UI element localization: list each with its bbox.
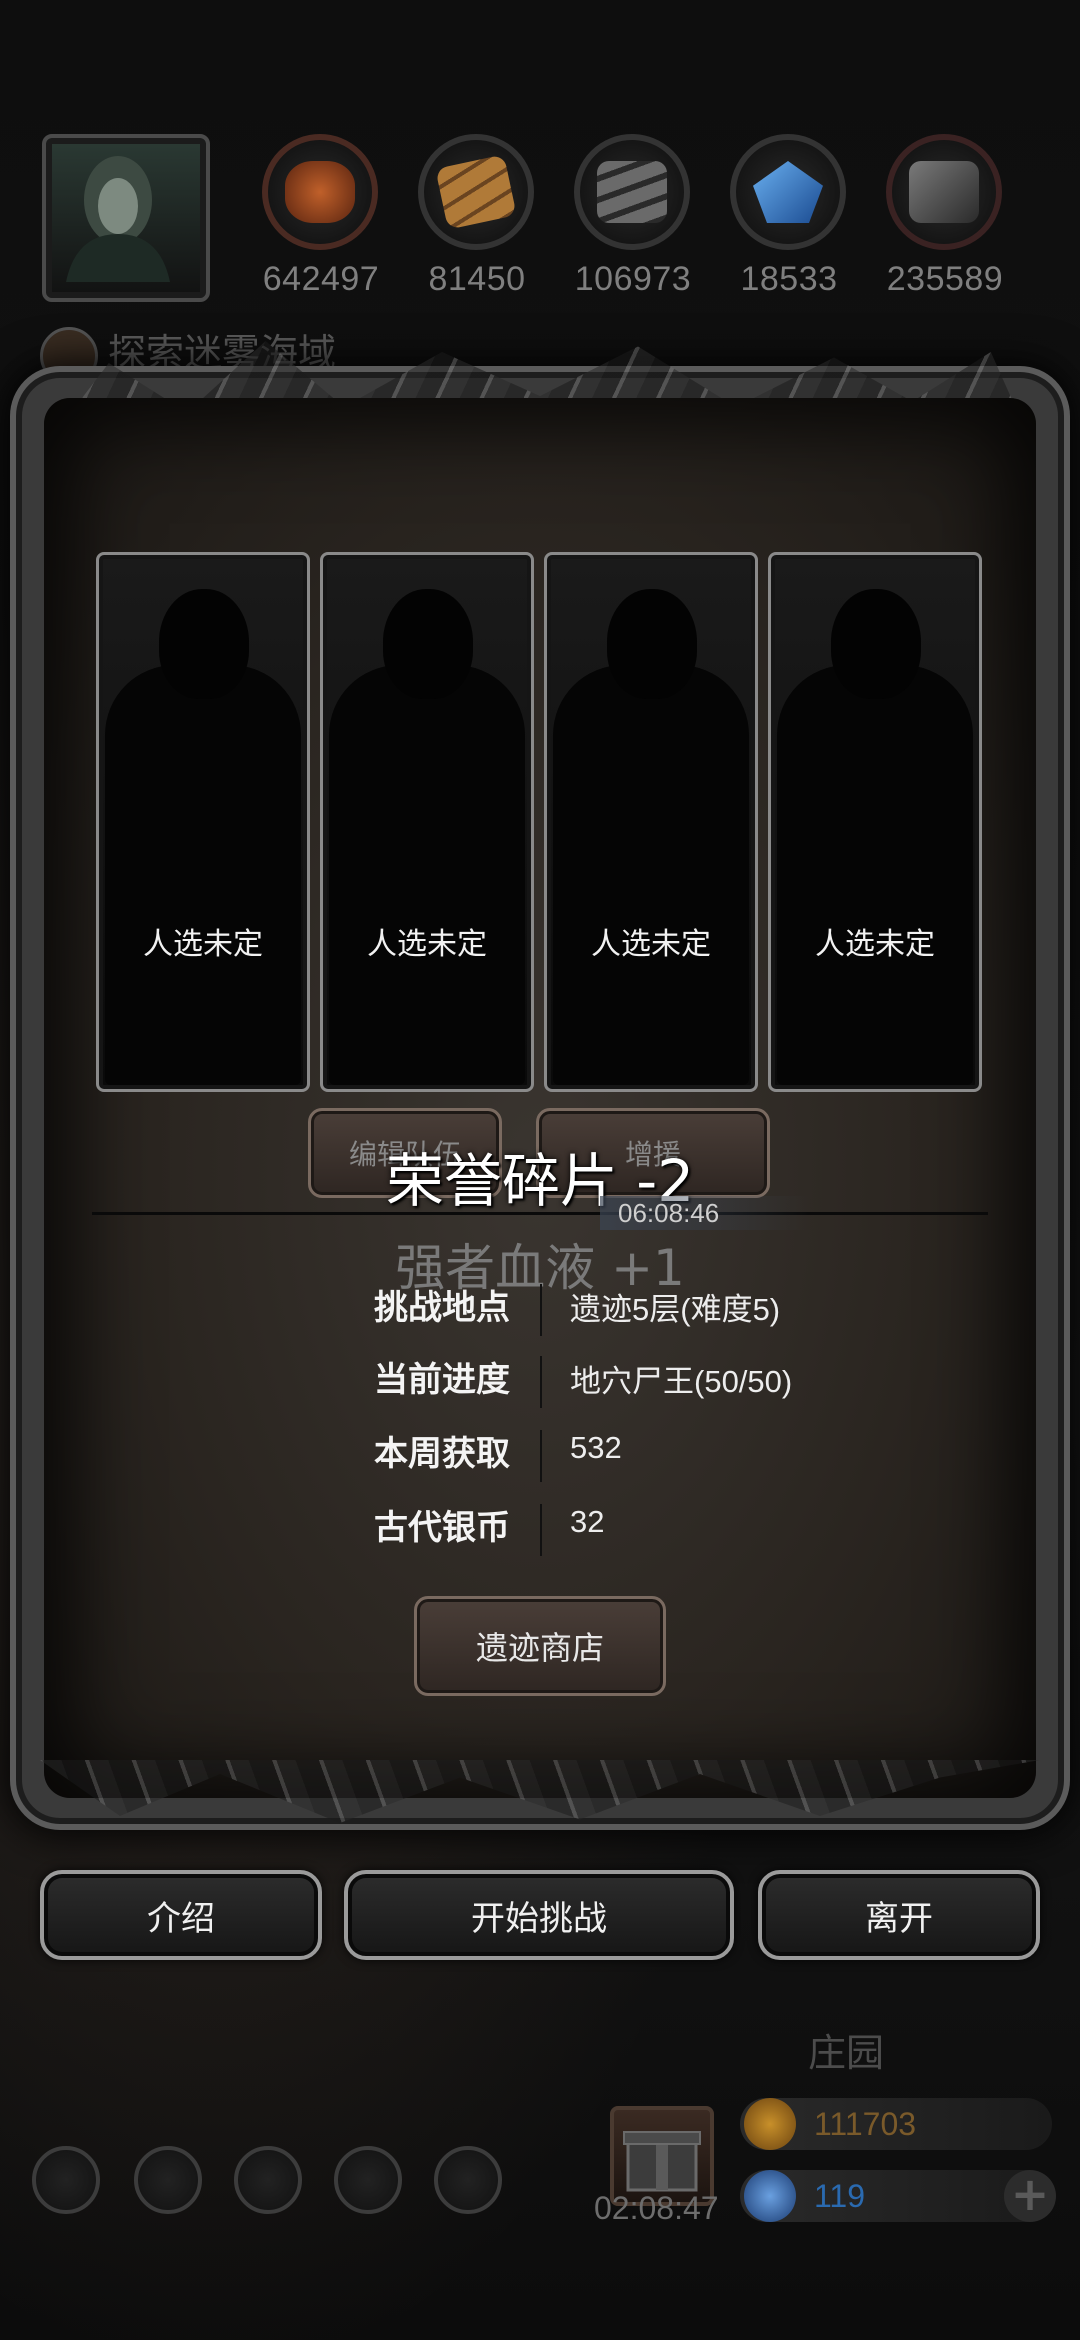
- intro-button[interactable]: 介绍: [40, 1870, 322, 1960]
- gold-amount: 111703: [814, 2106, 917, 2142]
- info-row-location: 挑战地点 遗迹5层(难度5): [240, 1280, 840, 1340]
- player-avatar[interactable]: [42, 134, 210, 302]
- crystal-icon: [753, 161, 823, 223]
- toast-timer: 06:08:46: [600, 1196, 810, 1230]
- gold-coin-icon: [744, 2098, 796, 2150]
- book-icon[interactable]: [234, 2146, 302, 2214]
- resource-wood-value: 81450: [428, 260, 526, 298]
- info-key: 挑战地点: [374, 1288, 510, 1328]
- info-value: 地穴尸王(50/50): [570, 1364, 793, 1399]
- info-row-progress: 当前进度 地穴尸王(50/50): [240, 1352, 840, 1412]
- gift-timer: 02:08:47: [594, 2190, 719, 2226]
- avatar-portrait-icon: [66, 156, 170, 282]
- hero-slot-1[interactable]: 人选未定: [96, 552, 310, 1092]
- guild-icon[interactable]: [134, 2146, 202, 2214]
- info-row-weekly: 本周获取 532: [240, 1426, 840, 1486]
- wood-planks-icon: [435, 154, 517, 230]
- silhouette-icon: [105, 665, 301, 1085]
- explore-label: 探索迷雾海域: [108, 331, 337, 375]
- estate-label[interactable]: 庄园: [808, 2022, 884, 2077]
- iron-ingot-icon: [597, 161, 667, 223]
- resource-crystal[interactable]: 18533: [730, 134, 848, 299]
- explore-icon: [40, 326, 98, 385]
- blue-gem-icon: [744, 2170, 796, 2222]
- info-key: 本周获取: [374, 1434, 510, 1474]
- stone-block-icon: [909, 161, 979, 223]
- silhouette-icon: [777, 665, 973, 1085]
- gem-amount: 119: [814, 2178, 866, 2214]
- map-icon[interactable]: [434, 2146, 502, 2214]
- gold-counter: 111703: [740, 2098, 1052, 2150]
- resource-stone[interactable]: 235589: [886, 134, 1004, 299]
- info-row-silver: 古代银币 32: [240, 1500, 840, 1560]
- info-value: 遗迹5层(难度5): [570, 1292, 781, 1327]
- info-value: 32: [570, 1504, 605, 1539]
- resource-iron-value: 106973: [574, 260, 692, 298]
- info-key: 古代银币: [374, 1508, 510, 1548]
- resource-wood[interactable]: 81450: [418, 134, 536, 299]
- add-currency-button[interactable]: +: [1004, 2170, 1056, 2222]
- honor-fragment-toast: 荣誉碎片 -2: [385, 1147, 695, 1215]
- hero-slot-label: 人选未定: [367, 927, 487, 962]
- leave-button[interactable]: 离开: [758, 1870, 1040, 1960]
- ruins-shop-button[interactable]: 遗迹商店: [414, 1596, 666, 1696]
- info-key: 当前进度: [374, 1360, 510, 1400]
- hero-slot-2[interactable]: 人选未定: [320, 552, 534, 1092]
- silhouette-icon: [553, 665, 749, 1085]
- settings-gear-icon[interactable]: [32, 2146, 100, 2214]
- silhouette-icon: [329, 665, 525, 1085]
- gift-box-icon: [623, 2131, 701, 2192]
- info-value: 532: [570, 1430, 622, 1465]
- hero-slot-3[interactable]: 人选未定: [544, 552, 758, 1092]
- hero-slot-4[interactable]: 人选未定: [768, 552, 982, 1092]
- resource-stone-value: 235589: [886, 260, 1004, 298]
- resource-crystal-value: 18533: [740, 260, 838, 298]
- mail-icon[interactable]: [334, 2146, 402, 2214]
- resource-iron[interactable]: 106973: [574, 134, 692, 299]
- resource-fist[interactable]: 642497: [262, 134, 380, 299]
- hero-slot-label: 人选未定: [591, 927, 711, 962]
- start-challenge-button[interactable]: 开始挑战: [344, 1870, 734, 1960]
- hero-slot-label: 人选未定: [815, 927, 935, 962]
- hero-slot-label: 人选未定: [143, 927, 263, 962]
- resource-fist-value: 642497: [262, 260, 380, 298]
- fist-icon: [285, 161, 355, 223]
